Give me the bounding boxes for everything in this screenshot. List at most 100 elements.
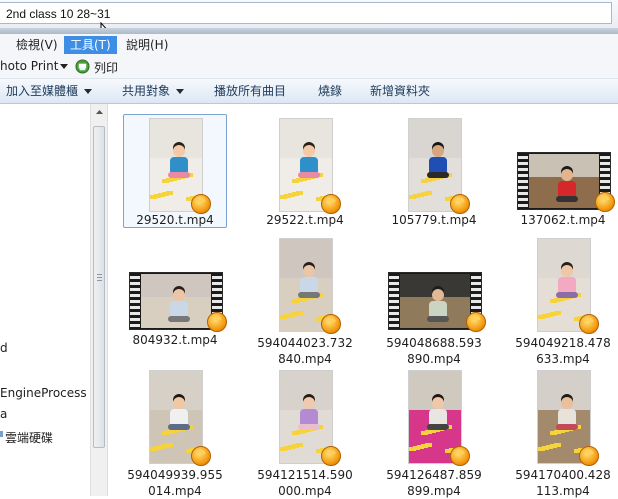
scroll-up-icon[interactable]: [91, 104, 108, 121]
command-bar: 加入至媒體櫃 共用對象 播放所有曲目 燒錄 新增資料夾: [0, 79, 618, 104]
chevron-down-icon[interactable]: [60, 64, 68, 69]
nav-item-engine-process[interactable]: EngineProcess: [0, 386, 87, 400]
drive-icon: [0, 431, 3, 437]
paper-card: [292, 299, 299, 303]
child-legs: [556, 292, 578, 298]
child-legs: [427, 424, 449, 430]
child-legs: [298, 424, 320, 430]
print-button[interactable]: 列印: [94, 59, 118, 76]
media-player-icon: [576, 312, 602, 334]
burn-button[interactable]: 燒錄: [318, 83, 342, 99]
photo-print-button[interactable]: hoto Print: [0, 59, 58, 73]
media-player-icon: [447, 192, 473, 214]
file-name: 29520.t.mp4: [136, 213, 214, 227]
media-player-icon: [204, 310, 230, 332]
file-tile[interactable]: 594126487.859 899.mp4: [382, 366, 486, 498]
child-head: [303, 145, 315, 157]
file-name: 137062.t.mp4: [520, 213, 606, 227]
child-body: [170, 157, 188, 173]
file-tile[interactable]: 105779.t.mp4: [382, 114, 486, 232]
child-head: [173, 397, 185, 409]
print-icon: [75, 59, 90, 74]
menu-tools[interactable]: 工具(T): [64, 36, 117, 54]
child-head: [432, 289, 444, 301]
pane-divider[interactable]: [107, 104, 108, 496]
child-head: [432, 145, 444, 157]
paper-card: [280, 447, 287, 451]
child-head: [432, 397, 444, 409]
file-tile[interactable]: 594044023.732 840.mp4: [253, 234, 357, 366]
nav-item-a[interactable]: a: [0, 407, 7, 421]
file-name: 594121514.590 000.mp4: [257, 468, 353, 498]
media-player-icon: [447, 444, 473, 466]
chevron-down-icon: [84, 89, 93, 94]
navigation-pane: d EngineProcess a 雲端硬碟: [0, 104, 90, 496]
paper-card: [538, 447, 545, 451]
file-name: 594049218.478 633.mp4: [515, 336, 611, 366]
child-legs: [427, 172, 449, 178]
child-head: [303, 397, 315, 409]
file-tile[interactable]: 594049218.478 633.mp4: [511, 234, 615, 366]
chevron-down-icon: [176, 89, 185, 94]
paper-card: [292, 431, 299, 435]
video-frame: [529, 154, 599, 208]
file-name: 804932.t.mp4: [132, 333, 218, 347]
film-holes: [130, 273, 140, 329]
address-field[interactable]: 2nd class 10 28~31: [0, 2, 612, 24]
child-head: [173, 289, 185, 301]
child-body: [300, 277, 318, 293]
file-tile[interactable]: 29522.t.mp4: [253, 114, 357, 232]
file-tile[interactable]: 137062.t.mp4: [511, 114, 618, 232]
child-legs: [168, 424, 190, 430]
address-bar: 2nd class 10 28~31: [0, 0, 618, 40]
media-player-icon: [592, 190, 618, 212]
paper-card: [409, 447, 416, 451]
file-tile[interactable]: 594121514.590 000.mp4: [253, 366, 357, 498]
file-tile[interactable]: 594049939.955 014.mp4: [123, 366, 227, 498]
menu-bar: 檢視(V) 工具(T) 說明(H): [0, 34, 618, 56]
child-body: [429, 301, 447, 317]
media-player-icon: [188, 444, 214, 466]
child-head: [561, 169, 573, 181]
file-name: 594170400.428 113.mp4: [515, 468, 611, 498]
menu-help[interactable]: 說明(H): [120, 36, 174, 54]
file-tile[interactable]: 594170400.428 113.mp4: [511, 366, 615, 498]
file-name: 594048688.593 890.mp4: [386, 336, 482, 366]
paper-card: [538, 315, 545, 319]
paper-card: [550, 431, 557, 435]
menu-view[interactable]: 檢視(V): [10, 36, 64, 54]
paper-card: [150, 447, 157, 451]
child-body: [429, 157, 447, 173]
child-head: [561, 397, 573, 409]
film-holes: [389, 273, 399, 329]
file-tile[interactable]: 804932.t.mp4: [123, 234, 230, 352]
print-toolbar: hoto Print 列印: [0, 56, 618, 79]
share-with-button[interactable]: 共用對象: [122, 83, 185, 99]
file-tile[interactable]: 29520.t.mp4: [123, 114, 227, 232]
paper-card: [409, 195, 416, 199]
add-to-library-label: 加入至媒體櫃: [6, 84, 79, 98]
scroll-thumb[interactable]: [93, 126, 105, 448]
child-body: [300, 157, 318, 173]
new-folder-button[interactable]: 新增資料夾: [370, 83, 430, 99]
child-body: [558, 409, 576, 425]
nav-item-cloud-drive[interactable]: 雲端硬碟: [5, 429, 53, 446]
video-frame: [400, 274, 470, 328]
share-with-label: 共用對象: [122, 84, 171, 98]
media-player-icon: [576, 444, 602, 466]
nav-scrollbar[interactable]: [90, 104, 108, 496]
paper-card: [162, 179, 169, 183]
file-name: 105779.t.mp4: [391, 213, 477, 227]
file-tile[interactable]: 594048688.593 890.mp4: [382, 234, 489, 366]
paper-card: [421, 431, 428, 435]
nav-item-d[interactable]: d: [0, 341, 8, 355]
child-legs: [427, 316, 449, 322]
child-head: [561, 265, 573, 277]
child-body: [170, 409, 188, 425]
child-legs: [168, 172, 190, 178]
address-path: 2nd class 10 28~31: [6, 7, 111, 21]
child-head: [303, 265, 315, 277]
play-all-button[interactable]: 播放所有曲目: [214, 83, 286, 99]
file-name: 594044023.732 840.mp4: [257, 336, 353, 366]
add-to-library-button[interactable]: 加入至媒體櫃: [6, 83, 93, 99]
